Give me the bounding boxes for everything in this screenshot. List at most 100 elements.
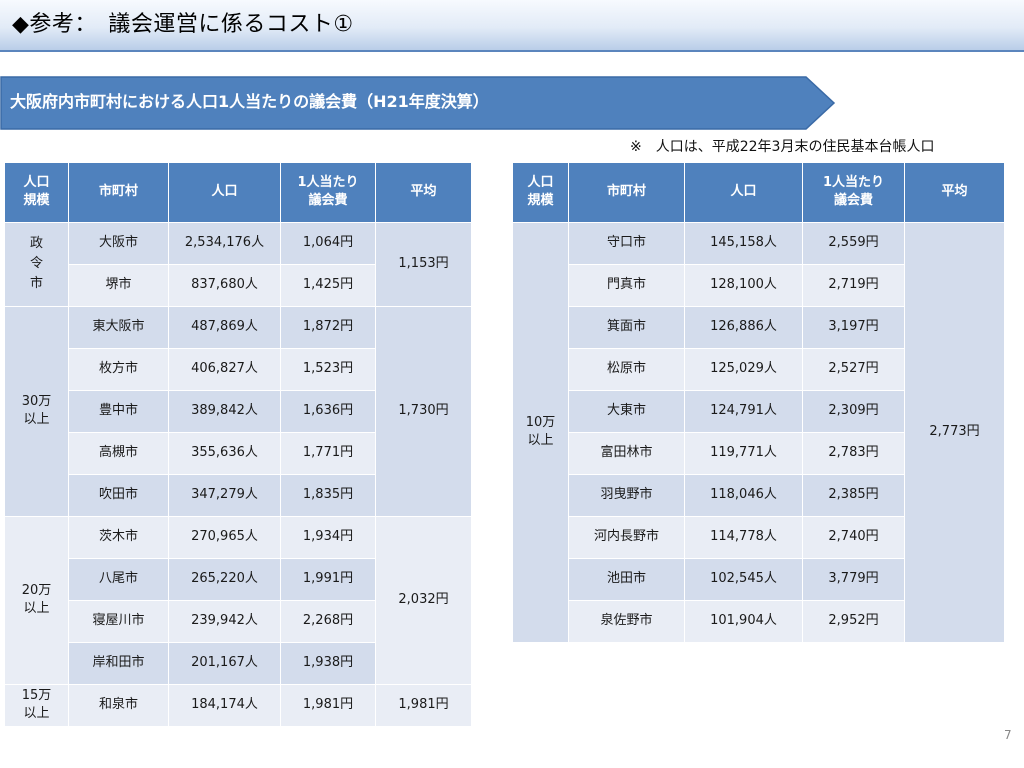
per-capita-cell: 1,636円	[280, 389, 376, 433]
city-cell: 東大阪市	[68, 305, 169, 349]
city-cell: 岸和田市	[68, 641, 169, 685]
section-banner: 大阪府内市町村における人口1人当たりの議会費（H21年度決算）	[0, 76, 836, 130]
population-cell: 201,167人	[168, 641, 281, 685]
per-capita-cell: 2,268円	[280, 599, 376, 643]
table-row: 30万以上 東大阪市 487,869人 1,872円 1,730円	[4, 305, 472, 517]
left-cost-table: 人口規模 市町村 人口 1人当たり議会費 平均 政令市 大阪市 2,534,17…	[4, 163, 472, 727]
header-city: 市町村	[568, 163, 685, 223]
per-capita-cell: 2,527円	[802, 347, 905, 391]
table-row: 政令市 大阪市 2,534,176人 1,064円 1,153円	[4, 221, 472, 307]
city-cell: 堺市	[68, 263, 169, 307]
city-cell: 和泉市	[68, 683, 169, 727]
city-cell: 池田市	[568, 557, 685, 601]
city-cell: 富田林市	[568, 431, 685, 475]
average-cell: 1,981円	[375, 683, 472, 727]
size-cell: 30万以上	[4, 305, 69, 517]
population-cell: 355,636人	[168, 431, 281, 475]
city-cell: 豊中市	[68, 389, 169, 433]
per-capita-cell: 1,771円	[280, 431, 376, 475]
per-capita-cell: 1,835円	[280, 473, 376, 517]
population-cell: 128,100人	[684, 263, 803, 307]
header-per-capita-cost: 1人当たり議会費	[280, 163, 376, 223]
per-capita-cell: 1,934円	[280, 515, 376, 559]
per-capita-cell: 2,952円	[802, 599, 905, 643]
city-cell: 守口市	[568, 221, 685, 265]
per-capita-cell: 1,425円	[280, 263, 376, 307]
population-note: ※ 人口は、平成22年3月末の住民基本台帳人口	[630, 139, 935, 155]
city-cell: 羽曳野市	[568, 473, 685, 517]
city-cell: 大東市	[568, 389, 685, 433]
city-cell: 箕面市	[568, 305, 685, 349]
population-cell: 184,174人	[168, 683, 281, 727]
per-capita-cell: 1,981円	[280, 683, 376, 727]
header-population: 人口	[168, 163, 281, 223]
population-cell: 837,680人	[168, 263, 281, 307]
header-population-size: 人口規模	[4, 163, 69, 223]
table-row: 20万以上 茨木市 270,965人 1,934円 2,032円	[4, 515, 472, 685]
population-cell: 118,046人	[684, 473, 803, 517]
city-cell: 河内長野市	[568, 515, 685, 559]
header-average: 平均	[904, 163, 1005, 223]
title-bar: ◆参考： 議会運営に係るコスト①	[0, 0, 1024, 52]
per-capita-cell: 2,309円	[802, 389, 905, 433]
table-row: 10万以上 守口市 145,158人 2,559円 2,773円	[512, 221, 1005, 643]
table-header-row: 人口規模 市町村 人口 1人当たり議会費 平均	[512, 163, 1005, 223]
population-cell: 101,904人	[684, 599, 803, 643]
banner-title: 大阪府内市町村における人口1人当たりの議会費（H21年度決算）	[10, 92, 489, 111]
city-cell: 茨木市	[68, 515, 169, 559]
page-number: 7	[1004, 728, 1012, 742]
population-cell: 125,029人	[684, 347, 803, 391]
size-cell: 10万以上	[512, 221, 569, 643]
population-cell: 239,942人	[168, 599, 281, 643]
per-capita-cell: 1,523円	[280, 347, 376, 391]
average-cell: 2,032円	[375, 515, 472, 685]
city-cell: 松原市	[568, 347, 685, 391]
header-population: 人口	[684, 163, 803, 223]
size-cell: 政令市	[4, 221, 69, 307]
city-cell: 高槻市	[68, 431, 169, 475]
average-cell: 2,773円	[904, 221, 1005, 643]
population-cell: 389,842人	[168, 389, 281, 433]
right-cost-table: 人口規模 市町村 人口 1人当たり議会費 平均 10万以上 守口市 145,15…	[512, 163, 1005, 643]
per-capita-cell: 2,740円	[802, 515, 905, 559]
population-cell: 487,869人	[168, 305, 281, 349]
per-capita-cell: 3,197円	[802, 305, 905, 349]
population-cell: 119,771人	[684, 431, 803, 475]
population-cell: 102,545人	[684, 557, 803, 601]
per-capita-cell: 1,064円	[280, 221, 376, 265]
header-average: 平均	[375, 163, 472, 223]
per-capita-cell: 1,991円	[280, 557, 376, 601]
per-capita-cell: 1,872円	[280, 305, 376, 349]
per-capita-cell: 2,783円	[802, 431, 905, 475]
population-cell: 126,886人	[684, 305, 803, 349]
average-cell: 1,153円	[375, 221, 472, 307]
population-cell: 114,778人	[684, 515, 803, 559]
page-title: ◆参考： 議会運営に係るコスト①	[12, 12, 354, 37]
per-capita-cell: 2,559円	[802, 221, 905, 265]
per-capita-cell: 3,779円	[802, 557, 905, 601]
per-capita-cell: 2,385円	[802, 473, 905, 517]
table-header-row: 人口規模 市町村 人口 1人当たり議会費 平均	[4, 163, 472, 223]
population-cell: 406,827人	[168, 347, 281, 391]
header-per-capita-cost: 1人当たり議会費	[802, 163, 905, 223]
population-cell: 347,279人	[168, 473, 281, 517]
population-cell: 2,534,176人	[168, 221, 281, 265]
per-capita-cell: 1,938円	[280, 641, 376, 685]
header-city: 市町村	[68, 163, 169, 223]
per-capita-cell: 2,719円	[802, 263, 905, 307]
city-cell: 大阪市	[68, 221, 169, 265]
city-cell: 寝屋川市	[68, 599, 169, 643]
size-cell: 15万以上	[4, 683, 69, 727]
population-cell: 124,791人	[684, 389, 803, 433]
size-cell: 20万以上	[4, 515, 69, 685]
population-cell: 270,965人	[168, 515, 281, 559]
city-cell: 泉佐野市	[568, 599, 685, 643]
city-cell: 吹田市	[68, 473, 169, 517]
city-cell: 門真市	[568, 263, 685, 307]
average-cell: 1,730円	[375, 305, 472, 517]
population-cell: 145,158人	[684, 221, 803, 265]
city-cell: 枚方市	[68, 347, 169, 391]
city-cell: 八尾市	[68, 557, 169, 601]
population-cell: 265,220人	[168, 557, 281, 601]
table-row: 15万以上 和泉市 184,174人 1,981円 1,981円	[4, 683, 472, 727]
